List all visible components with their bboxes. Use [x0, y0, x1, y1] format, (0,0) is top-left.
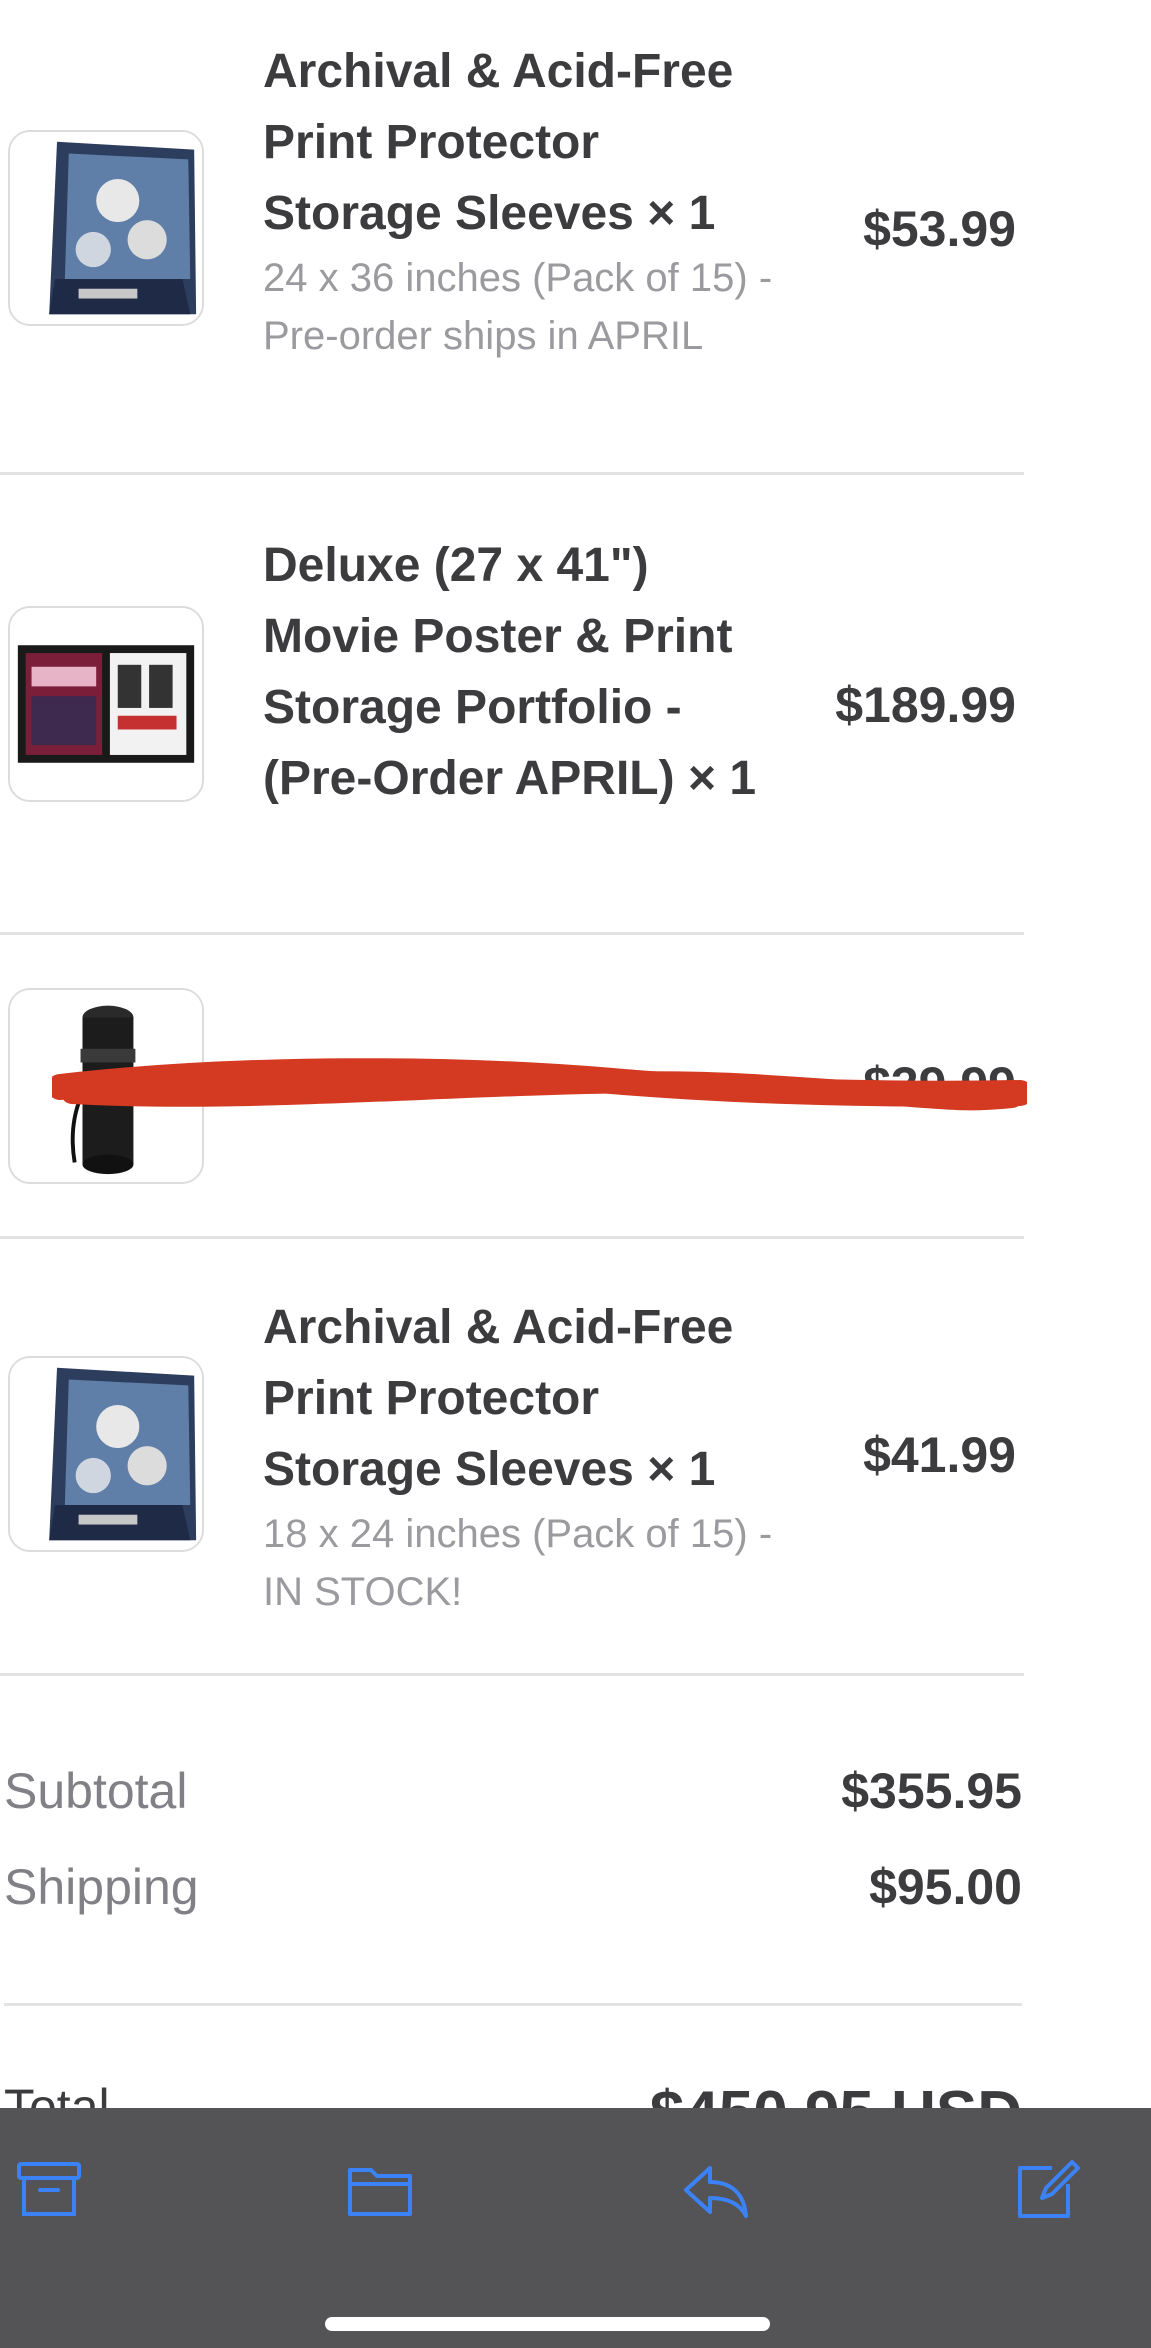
- reply-button[interactable]: [680, 2154, 750, 2224]
- product-thumbnail[interactable]: [8, 988, 204, 1184]
- shipping-value: $95.00: [869, 1859, 1022, 1915]
- item-price: $53.99: [863, 201, 1016, 257]
- compose-button[interactable]: [1012, 2154, 1082, 2224]
- item-price: $39.99: [863, 1057, 1016, 1113]
- product-thumbnail[interactable]: [8, 130, 204, 326]
- poster-portfolio-image: [10, 608, 202, 800]
- shipping-row: Shipping $95.00: [4, 1858, 1022, 1918]
- item-title: Archival & Acid-Free Print Protector Sto…: [263, 1301, 734, 1496]
- subtotal-value: $355.95: [841, 1763, 1022, 1819]
- poster-sleeves-image: [10, 1358, 202, 1550]
- archive-icon: [17, 2162, 81, 2216]
- compose-icon: [1018, 2160, 1080, 2218]
- shipping-label: Shipping: [4, 1859, 199, 1915]
- item-variant: 18 x 24 inches (Pack of 15) - IN STOCK!: [263, 1512, 773, 1614]
- product-thumbnail[interactable]: [8, 606, 204, 802]
- mail-toolbar: [0, 2108, 1151, 2348]
- poster-tube-image: [10, 990, 202, 1182]
- home-indicator[interactable]: [325, 2317, 770, 2331]
- divider: [0, 932, 1024, 935]
- subtotal-label: Subtotal: [4, 1763, 188, 1819]
- divider: [4, 2003, 1022, 2006]
- divider: [0, 1236, 1024, 1239]
- order-summary: Archival & Acid-Free Print Protector Sto…: [0, 0, 1151, 2348]
- reply-icon: [684, 2166, 748, 2218]
- move-to-folder-button[interactable]: [345, 2154, 415, 2224]
- divider: [0, 472, 1024, 475]
- poster-sleeves-image: [10, 132, 202, 324]
- folder-icon: [348, 2168, 412, 2216]
- product-thumbnail[interactable]: [8, 1356, 204, 1552]
- item-title: Archival & Acid-Free Print Protector Sto…: [263, 45, 734, 240]
- item-title: Deluxe (27 x 41") Movie Poster & Print S…: [263, 539, 757, 805]
- subtotal-row: Subtotal $355.95: [4, 1762, 1022, 1822]
- item-price: $41.99: [863, 1427, 1016, 1483]
- item-title: Pri: [263, 1055, 328, 1108]
- divider: [0, 1673, 1024, 1676]
- item-variant: 24 x 36 inches (Pack of 15) - Pre-order …: [263, 256, 773, 358]
- archive-button[interactable]: [14, 2154, 84, 2224]
- item-price: $189.99: [835, 677, 1016, 733]
